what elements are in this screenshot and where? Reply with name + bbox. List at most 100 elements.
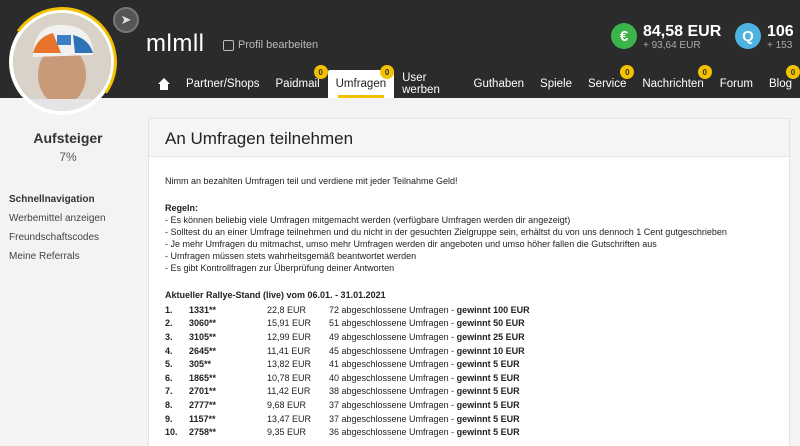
user-id: 2758** [189, 427, 217, 438]
prize: gewinnt 5 EUR [456, 359, 520, 370]
earnings: 9,35 EUR [267, 427, 307, 438]
rule-item: - Je mehr Umfragen du mitmachst, umso me… [165, 239, 657, 249]
surveys: 41 abgeschlossene Umfragen - gewinnt 5 E… [329, 357, 530, 371]
rule-item: - Es gibt Kontrollfragen zur Überprüfung… [165, 263, 395, 273]
survey-count: 38 abgeschlossene Umfragen - [329, 386, 457, 397]
main-panel: An Umfragen teilnehmen Nimm an bezahlten… [148, 118, 790, 446]
table-row: 5. 305** 13,82 EUR 41 abgeschlossene Umfrag… [165, 357, 530, 371]
notification-badge: 0 [620, 65, 635, 79]
rank: 4. [165, 345, 173, 356]
surveys: 49 abgeschlossene Umfragen - gewinnt 25 … [329, 330, 530, 344]
quicknav-freundschaftscodes[interactable]: Freundschaftscodes [9, 232, 136, 243]
earnings: 15,91 EUR [267, 318, 312, 329]
user-id: 2701** [189, 386, 217, 397]
nav-home[interactable] [150, 70, 178, 98]
nav-label: Paidmail [275, 78, 320, 90]
eur-unit: EUR [687, 23, 722, 40]
user-id: 1865** [189, 372, 217, 383]
nav-label: User werben [402, 72, 440, 96]
eur-pending: + 93,64 EUR [643, 40, 701, 51]
notification-badge: 0 [697, 65, 712, 79]
survey-count: 51 abgeschlossene Umfragen - [329, 318, 457, 329]
intro-text: Nimm an bezahlten Umfragen teil und verd… [165, 176, 458, 186]
surveys: 37 abgeschlossene Umfragen - gewinnt 5 E… [329, 412, 530, 426]
rank: 1. [165, 304, 173, 315]
prize: gewinnt 25 EUR [456, 331, 525, 342]
nav-user-werben[interactable]: User werben [394, 70, 465, 98]
nav-paidmail[interactable]: Paidmail 0 [268, 65, 328, 98]
nav-umfragen[interactable]: Umfragen 0 [327, 65, 395, 98]
survey-count: 45 abgeschlossene Umfragen - [329, 345, 457, 356]
rank: 5. [165, 359, 173, 370]
notification-badge: 0 [313, 65, 328, 79]
surveys: 45 abgeschlossene Umfragen - gewinnt 10 … [329, 344, 530, 358]
rank: 10. [165, 427, 178, 438]
table-row: 6. 1865** 10,78 EUR 40 abgeschlossene Umfra… [165, 371, 530, 385]
earnings: 12,99 EUR [267, 331, 312, 342]
user-level: Aufsteiger [33, 130, 103, 146]
nav-partner-shops[interactable]: Partner/Shops [178, 70, 268, 98]
nav-label: Spiele [540, 78, 572, 90]
eur-balance[interactable]: € 84,58 EUR + 93,64 EUR [611, 23, 721, 51]
user-id: 2645** [189, 345, 217, 356]
survey-count: 41 abgeschlossene Umfragen - [329, 359, 457, 370]
table-row: 8. 2777** 9,68 EUR 37 abgeschlossene Umfrag… [165, 398, 530, 412]
surveys: 51 abgeschlossene Umfragen - gewinnt 50 … [329, 317, 530, 331]
main-nav: Partner/Shops Paidmail 0 Umfragen 0 User w… [150, 65, 800, 98]
quicknav-title: Schnellnavigation [9, 194, 95, 205]
content: Nimm an bezahlten Umfragen teil und verd… [149, 157, 789, 439]
nav-service[interactable]: Service 0 [580, 65, 635, 98]
survey-count: 37 abgeschlossene Umfragen - [329, 413, 457, 424]
notification-badge: 0 [380, 65, 395, 79]
nav-blog[interactable]: Blog 0 [761, 65, 800, 98]
nav-label: Nachrichten [642, 78, 704, 90]
user-id: 305** [189, 359, 212, 370]
prize: gewinnt 5 EUR [456, 372, 520, 383]
nav-nachrichten[interactable]: Nachrichten 0 [634, 65, 712, 98]
nav-label: Umfragen [335, 78, 387, 90]
page-title: An Umfragen teilnehmen [149, 119, 789, 157]
quicknav-referrals[interactable]: Meine Referrals [9, 251, 136, 262]
earnings: 9,68 EUR [267, 399, 307, 410]
survey-count: 49 abgeschlossene Umfragen - [329, 331, 457, 342]
surveys: 38 abgeschlossene Umfragen - gewinnt 5 E… [329, 385, 530, 399]
surveys: 36 abgeschlossene Umfragen - gewinnt 5 E… [329, 425, 530, 439]
survey-count: 40 abgeschlossene Umfragen - [329, 372, 457, 383]
q-balance[interactable]: Q 106 + 153 [735, 23, 794, 51]
rule-item: - Solltest du an einer Umfrage teilnehme… [165, 227, 727, 237]
earnings: 11,42 EUR [267, 386, 311, 397]
nav-spiele[interactable]: Spiele [532, 70, 580, 98]
rally-title: Aktueller Rallye-Stand (live) vom 06.01.… [165, 290, 386, 300]
prize: gewinnt 50 EUR [456, 318, 525, 329]
q-balance-value: 106 [767, 23, 794, 40]
user-id: 3105** [189, 331, 217, 342]
nav-guthaben[interactable]: Guthaben [466, 70, 533, 98]
username: mlmll [146, 30, 205, 57]
user-id: 1157** [189, 413, 216, 424]
table-row: 7. 2701** 11,42 EUR 38 abgeschlossene Umfra… [165, 385, 530, 399]
rule-item: - Umfragen müssen stets wahrheitsgemäß b… [165, 251, 417, 261]
edit-profile-link[interactable]: Profil bearbeiten [223, 39, 318, 51]
q-points-icon: Q [735, 23, 761, 49]
quicknav-werbemittel[interactable]: Werbemittel anzeigen [9, 213, 136, 224]
nav-forum[interactable]: Forum [712, 70, 761, 98]
rule-item: - Es können beliebig viele Umfragen mitg… [165, 215, 571, 225]
earnings: 11,41 EUR [267, 345, 311, 356]
sidebar: Aufsteiger 7% Schnellnavigation Werbemit… [0, 118, 136, 270]
table-row: 3. 3105** 12,99 EUR 49 abgeschlossene Umfra… [165, 330, 530, 344]
table-row: 4. 2645** 11,41 EUR 45 abgeschlossene Umfra… [165, 344, 530, 358]
eur-balance-value: 84,58 [643, 23, 684, 40]
prize: gewinnt 100 EUR [456, 304, 530, 315]
user-id: 2777** [189, 399, 217, 410]
table-row: 1. 1331** 22,8 EUR 72 abgeschlossene Umfrag… [165, 303, 530, 317]
q-pending: + 153 [767, 40, 793, 51]
table-row: 9. 1157** 13,47 EUR 37 abgeschlossene Umfra… [165, 412, 530, 426]
earnings: 13,47 EUR [267, 413, 312, 424]
survey-count: 72 abgeschlossene Umfragen - [329, 304, 457, 315]
notification-badge: 0 [786, 65, 800, 79]
rank: 7. [165, 386, 173, 397]
rocket-icon[interactable]: ➤ [113, 7, 139, 33]
prize: gewinnt 10 EUR [456, 345, 525, 356]
nav-label: Guthaben [473, 78, 525, 90]
survey-count: 36 abgeschlossene Umfragen - [329, 427, 457, 438]
